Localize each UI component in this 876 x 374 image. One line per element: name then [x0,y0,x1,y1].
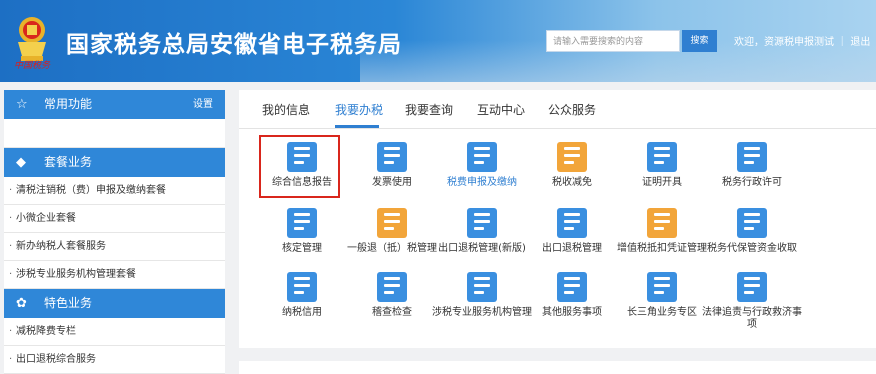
common-functions-header: ☆ 常用功能 设置 [4,90,225,119]
sidebar-item-special[interactable]: 减税降费专栏 [4,318,225,346]
service-tile[interactable]: 出口退税管理(新版) [432,208,532,255]
export-refund-icon [467,208,497,238]
site-header: 中国税务 国家税务总局安徽省电子税务局 请输入需要搜索的内容 搜索 欢迎，资源税… [0,0,876,82]
search-button[interactable]: 搜索 [682,30,717,52]
service-tile[interactable]: 法律追责与行政救济事项 [702,272,802,331]
grid-icon [557,272,587,302]
service-tile[interactable]: 税务行政许可 [702,142,802,189]
service-tile-label: 税费申报及缴纳 [447,177,517,188]
service-tile[interactable]: 核定管理 [252,208,352,255]
tab-tax-handling[interactable]: 我要办税 [335,101,383,118]
settings-link[interactable]: 设置 [193,90,213,119]
service-tile-label: 核定管理 [282,243,322,254]
user-doc-icon [287,208,317,238]
logo-text: 中国税务 [14,61,51,71]
service-tile[interactable]: 一般退（抵）税管理 [342,208,442,255]
star-icon: ☆ [16,97,28,112]
service-tile-label: 税务代保管资金收取 [707,243,797,254]
common-functions-title: 常用功能 [44,97,93,111]
service-tile-label: 税收减免 [552,177,592,188]
service-tile[interactable]: 其他服务事项 [522,272,622,319]
highlight-box [259,135,340,198]
check-doc-icon [737,208,767,238]
tax-relief-icon [557,142,587,172]
common-functions-empty [4,119,225,148]
search-input[interactable]: 请输入需要搜索的内容 [546,30,680,52]
bottom-panel [239,361,876,374]
sidebar-item-package[interactable]: 新办纳税人套餐服务 [4,233,225,261]
service-tile[interactable]: 税收减免 [522,142,622,189]
agency-icon [467,272,497,302]
sidebar-item-special[interactable]: 出口退税综合服务 [4,346,225,374]
active-tab-indicator [335,125,379,128]
service-tile-label: 出口退税管理(新版) [438,243,526,254]
service-tile[interactable]: 税务代保管资金收取 [702,208,802,255]
service-tile-label: 涉税专业服务机构管理 [432,307,532,318]
service-tile[interactable]: 纳税信用 [252,272,352,319]
declare-icon [467,142,497,172]
inspection-icon [377,272,407,302]
package-icon: ◆ [16,155,26,170]
special-title: 特色业务 [44,296,93,310]
certificate-icon [647,142,677,172]
service-tile[interactable]: 证明开具 [612,142,712,189]
service-tile[interactable]: 出口退税管理 [522,208,622,255]
service-tile-label: 出口退税管理 [542,243,602,254]
sidebar-item-package[interactable]: 涉税专业服务机构管理套餐 [4,261,225,289]
refund-icon [377,208,407,238]
welcome-text[interactable]: 欢迎，资源税申报测试 ｜ 退出 [734,33,870,48]
export-icon [557,208,587,238]
service-tile[interactable]: 涉税专业服务机构管理 [432,272,532,319]
service-tile[interactable]: 稽查检查 [342,272,442,319]
vat-icon [647,208,677,238]
service-tile[interactable]: 税费申报及缴纳 [432,142,532,189]
package-title: 套餐业务 [44,155,93,169]
service-tile-label: 税务行政许可 [722,177,782,188]
tab-bar: 我的信息 我要办税 我要查询 互动中心 公众服务 [239,90,876,129]
sidebar-item-package[interactable]: 清税注销税（费）申报及缴纳套餐 [4,177,225,205]
main-panel: 我的信息 我要办税 我要查询 互动中心 公众服务 综合信息报告 发票使用 税费申报及… [239,90,876,348]
service-tile-label: 发票使用 [372,177,412,188]
credit-icon [287,272,317,302]
package-header[interactable]: ◆ 套餐业务 [4,148,225,177]
sidebar: ☆ 常用功能 设置 ◆ 套餐业务 清税注销税（费）申报及缴纳套餐 小微企业套餐 … [4,90,225,374]
flower-icon: ✿ [16,296,27,311]
service-tile-label: 增值税抵扣凭证管理 [617,243,707,254]
special-header[interactable]: ✿ 特色业务 [4,289,225,318]
service-tile-label: 纳税信用 [282,307,322,318]
delta-icon [647,272,677,302]
invoice-icon [377,142,407,172]
chart-icon [737,142,767,172]
service-tile-label: 证明开具 [642,177,682,188]
service-tile-label: 长三角业务专区 [627,307,697,318]
legal-icon [737,272,767,302]
service-tile-label: 其他服务事项 [542,307,602,318]
sidebar-item-package[interactable]: 小微企业套餐 [4,205,225,233]
service-tile-label: 一般退（抵）税管理 [347,243,437,254]
tab-my-info[interactable]: 我的信息 [262,101,310,118]
service-tile-label: 法律追责与行政救济事项 [702,307,802,330]
site-title: 国家税务总局安徽省电子税务局 [66,32,402,58]
service-tile[interactable]: 发票使用 [342,142,442,189]
tab-query[interactable]: 我要查询 [405,101,453,118]
service-tile[interactable]: 长三角业务专区 [612,272,712,319]
service-tile[interactable]: 增值税抵扣凭证管理 [612,208,712,255]
service-tile-label: 稽查检查 [372,307,412,318]
tab-interaction[interactable]: 互动中心 [477,101,525,118]
tab-public-service[interactable]: 公众服务 [548,101,596,118]
